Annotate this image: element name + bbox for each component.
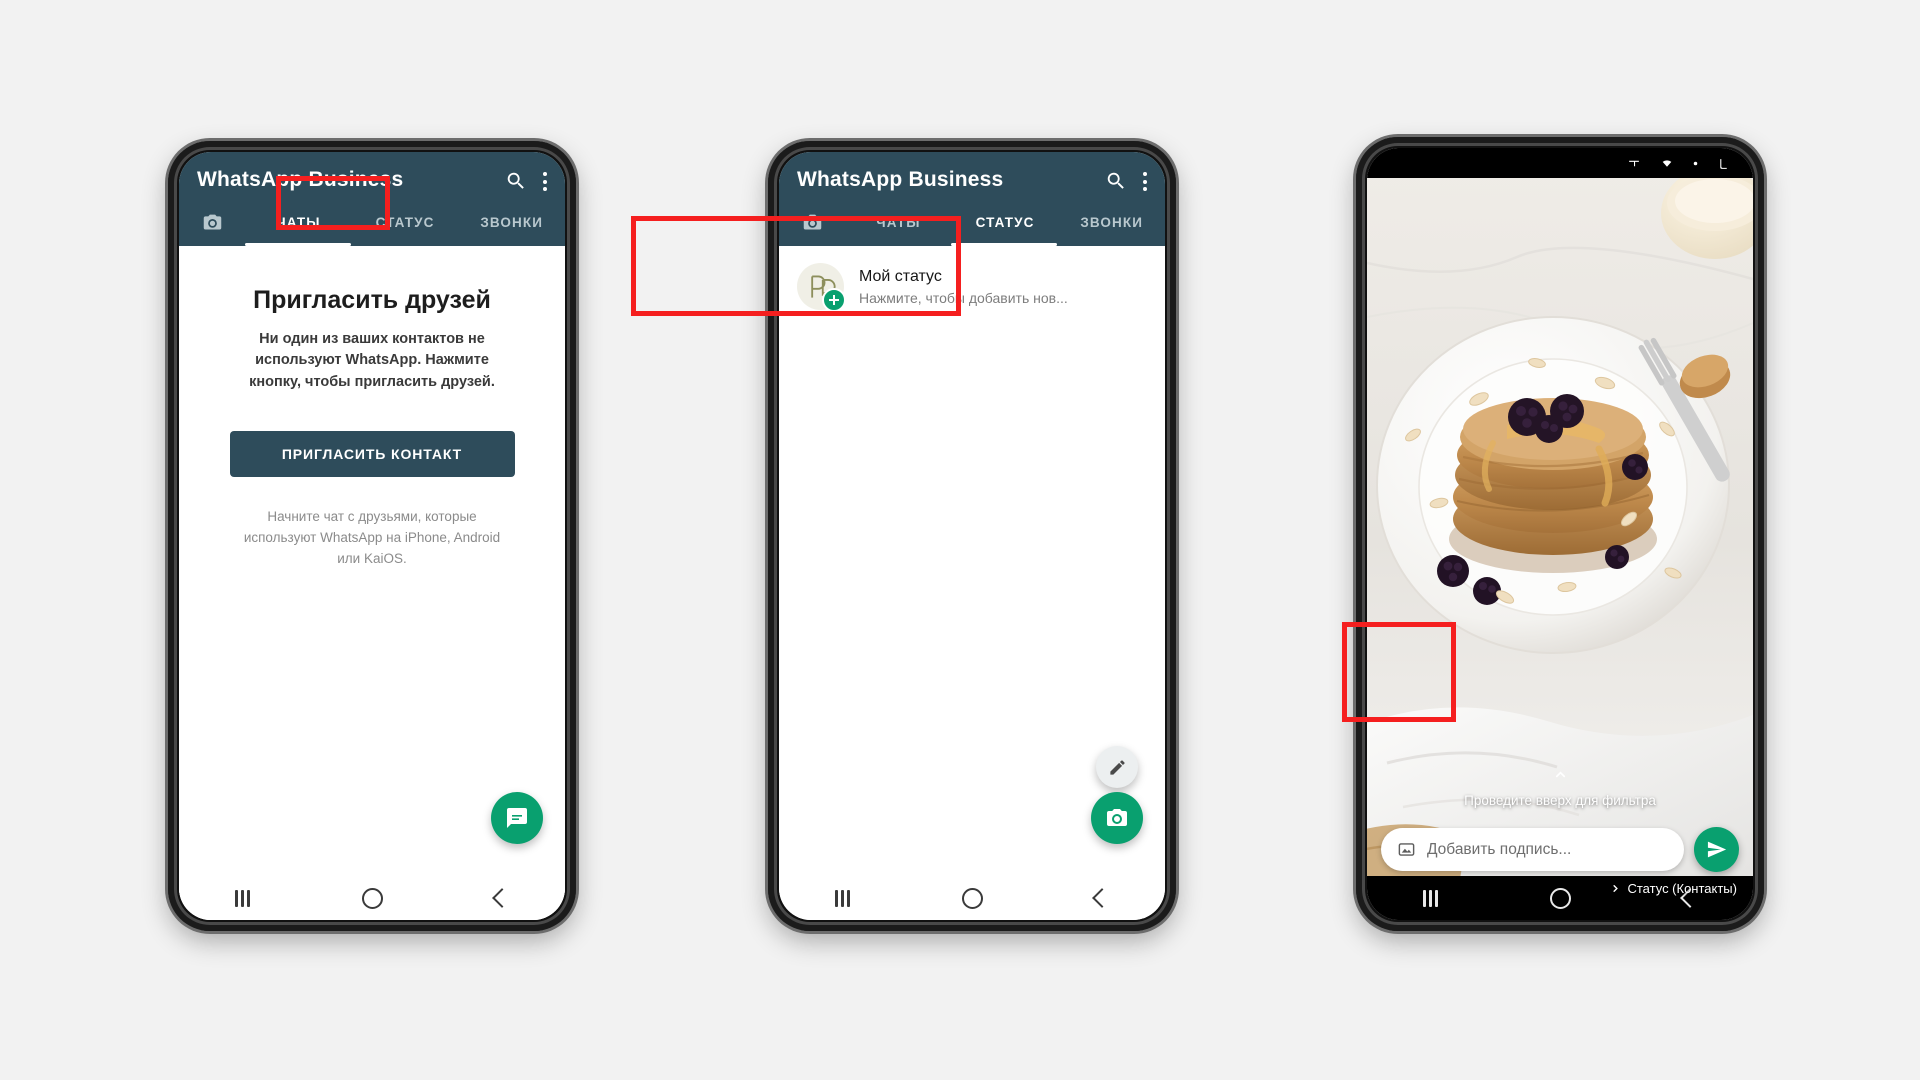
android-status-bar: [1367, 148, 1753, 178]
battery-icon: [1720, 158, 1727, 169]
tab-status[interactable]: СТАТУС: [952, 215, 1059, 230]
tab-status-label: СТАТУС: [375, 214, 435, 230]
invite-description: Ни один из ваших контактов не используют…: [249, 331, 495, 390]
home-button[interactable]: [961, 887, 983, 909]
phone-3-screen: Проведите вверх для фильтра Добавить под…: [1367, 148, 1753, 920]
phone-3-status-composer: Проведите вверх для фильтра Добавить под…: [1356, 137, 1764, 931]
pencil-icon: [1109, 759, 1125, 775]
my-status-row[interactable]: Мой статус Нажмите, чтобы добавить нов..…: [779, 246, 1165, 327]
android-nav-bar: [779, 876, 1165, 920]
android-nav-bar: [179, 876, 565, 920]
camera-icon: [803, 214, 821, 229]
recipient-label: Статус (Контакты): [1627, 881, 1737, 896]
camera-icon: [1107, 809, 1127, 826]
new-chat-fab[interactable]: [491, 792, 543, 844]
send-status-button[interactable]: [1694, 827, 1739, 872]
image-icon: [1398, 843, 1415, 856]
invite-footer-text: Начните чат с друзьями, которые использу…: [243, 509, 501, 567]
phone-2-status-tab: WhatsApp Business ЧАТЫ СТАТУС ЗВОНКИ Мой…: [768, 141, 1176, 931]
send-icon: [1707, 841, 1727, 858]
avatar: [797, 263, 846, 312]
recent-apps-button[interactable]: [235, 889, 250, 907]
tab-calls[interactable]: ЗВОНКИ: [1058, 215, 1165, 230]
my-status-subtitle: Нажмите, чтобы добавить нов...: [859, 289, 1068, 306]
tab-bar: ЧАТЫ СТАТУС ЗВОНКИ: [179, 192, 565, 246]
caption-bar: Добавить подпись...: [1367, 827, 1753, 872]
signal-icon: [1629, 160, 1639, 166]
tab-status[interactable]: СТАТУС: [352, 215, 459, 230]
screenshot-canvas: WhatsApp Business ЧАТЫ СТАТУС ЗВОНКИ При…: [0, 0, 1920, 1080]
back-button[interactable]: [1092, 888, 1112, 908]
back-button[interactable]: [492, 888, 512, 908]
app-title: WhatsApp Business: [797, 168, 1004, 191]
tab-calls[interactable]: ЗВОНКИ: [458, 215, 565, 230]
tab-camera[interactable]: [179, 212, 245, 233]
invite-contact-button[interactable]: ПРИГЛАСИТЬ КОНТАКТ: [229, 431, 515, 478]
caption-placeholder: Добавить подпись...: [1427, 840, 1572, 858]
phone-1-screen: WhatsApp Business ЧАТЫ СТАТУС ЗВОНКИ При…: [179, 152, 565, 920]
recent-apps-button[interactable]: [835, 889, 850, 907]
wifi-icon: [1662, 159, 1672, 167]
page-title: Пригласить друзей: [253, 286, 491, 314]
new-chat-icon: [507, 808, 527, 828]
tab-bar: ЧАТЫ СТАТУС ЗВОНКИ: [779, 192, 1165, 246]
chevron-right-icon: [1613, 885, 1619, 892]
app-bar: WhatsApp Business ЧАТЫ СТАТУС ЗВОНКИ: [179, 152, 565, 246]
filter-hint-label: Проведите вверх для фильтра: [1464, 793, 1656, 808]
overflow-menu-icon[interactable]: [543, 171, 547, 191]
my-status-title: Мой статус: [859, 267, 942, 285]
recipient-selector[interactable]: Статус (Контакты): [1610, 881, 1737, 896]
tab-chats-label: ЧАТЫ: [876, 214, 921, 230]
filter-hint: Проведите вверх для фильтра: [1367, 767, 1753, 808]
tab-camera[interactable]: [779, 212, 845, 233]
dot-icon: [1693, 161, 1698, 165]
tab-calls-label: ЗВОНКИ: [1080, 214, 1144, 230]
home-button[interactable]: [1549, 887, 1571, 909]
app-title: WhatsApp Business: [197, 168, 404, 191]
app-bar: WhatsApp Business ЧАТЫ СТАТУС ЗВОНКИ: [779, 152, 1165, 246]
home-button[interactable]: [361, 887, 383, 909]
caption-input[interactable]: Добавить подпись...: [1381, 828, 1684, 871]
tab-status-label: СТАТУС: [975, 214, 1035, 230]
tab-chats-label: ЧАТЫ: [276, 214, 321, 230]
tab-calls-label: ЗВОНКИ: [480, 214, 544, 230]
plus-badge-icon: [822, 288, 846, 312]
tab-chats[interactable]: ЧАТЫ: [245, 215, 352, 230]
chevron-up-icon: [1555, 771, 1565, 778]
camera-icon: [203, 214, 221, 229]
overflow-menu-icon[interactable]: [1143, 171, 1147, 191]
recent-apps-button[interactable]: [1423, 889, 1438, 907]
tab-chats[interactable]: ЧАТЫ: [845, 215, 952, 230]
search-icon[interactable]: [505, 170, 527, 192]
edit-status-fab[interactable]: [1096, 746, 1138, 788]
tab-active-indicator: [951, 242, 1057, 246]
camera-status-fab[interactable]: [1091, 792, 1143, 844]
phone-1-invite-friends: WhatsApp Business ЧАТЫ СТАТУС ЗВОНКИ При…: [168, 141, 576, 931]
tab-active-indicator: [245, 242, 351, 246]
phone-2-screen: WhatsApp Business ЧАТЫ СТАТУС ЗВОНКИ Мой…: [779, 152, 1165, 920]
search-icon[interactable]: [1105, 170, 1127, 192]
